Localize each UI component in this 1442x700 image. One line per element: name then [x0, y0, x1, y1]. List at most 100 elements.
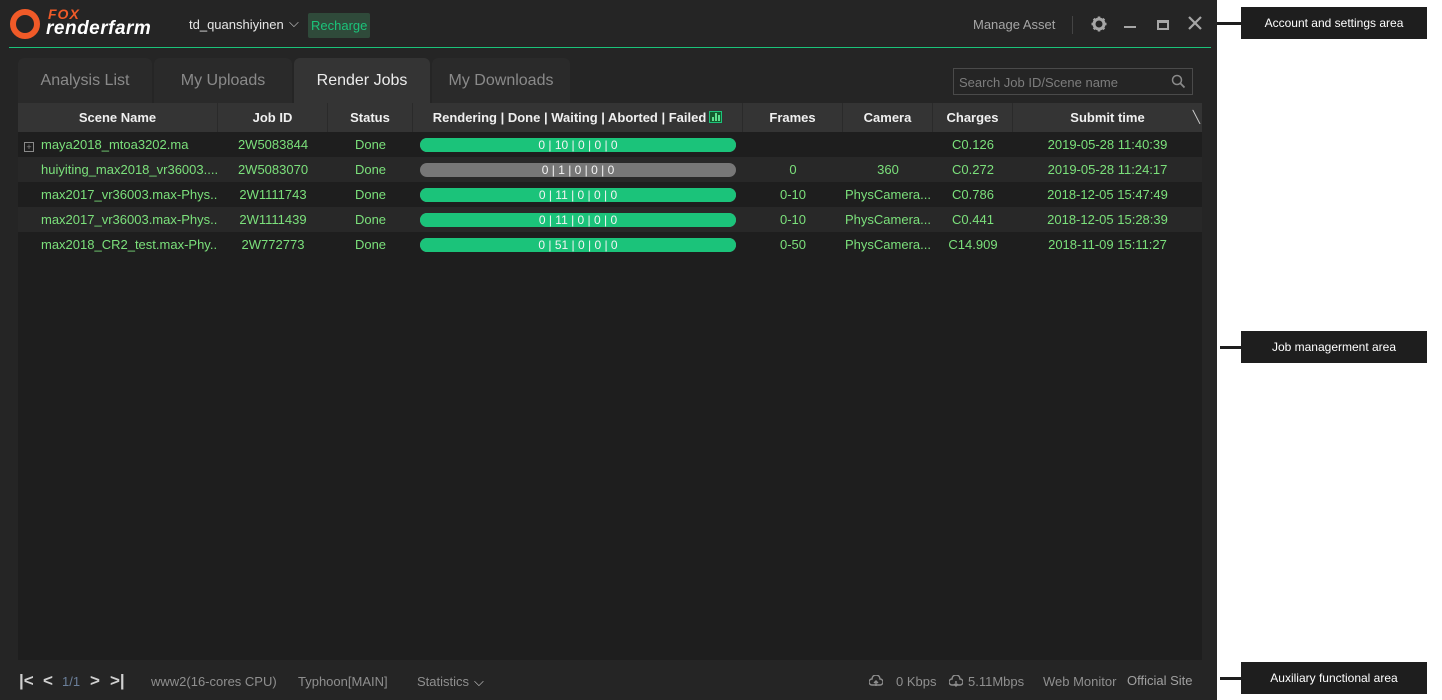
annotation-account-settings: Account and settings area [1241, 7, 1427, 39]
table-row[interactable]: max2017_vr36003.max-Phys... 2W1111439 Do… [18, 207, 1202, 232]
column-header-status[interactable]: Status [328, 103, 413, 132]
account-username[interactable]: td_quanshiyinen [189, 17, 284, 32]
frames: 0 [789, 162, 797, 177]
bar-chart-icon[interactable] [709, 111, 723, 123]
annotation-connector [1220, 677, 1241, 680]
annotation-connector [1217, 22, 1241, 25]
platform-label[interactable]: www2(16-cores CPU) [151, 674, 277, 689]
sort-caret-icon[interactable]: ╲ [1193, 103, 1200, 132]
next-page-icon[interactable]: > [90, 672, 100, 690]
table-row[interactable]: huiyiting_max2018_vr36003.... 2W5083070 … [18, 157, 1202, 182]
first-page-icon[interactable]: |< [19, 672, 34, 690]
table-row[interactable]: max2018_CR2_test.max-Phy... 2W772773 Don… [18, 232, 1202, 257]
search-input[interactable] [959, 73, 1159, 91]
official-site-link[interactable]: Official Site [1127, 673, 1193, 688]
submit-time: 2019-05-28 11:24:17 [1047, 162, 1168, 177]
column-header-camera[interactable]: Camera [843, 103, 933, 132]
submit-time: 2019-05-28 11:40:39 [1047, 137, 1168, 152]
job-id: 2W5083844 [237, 137, 309, 152]
page-indicator: 1/1 [62, 674, 81, 689]
job-progress-bar: 0 | 11 | 0 | 0 | 0 [420, 187, 736, 202]
submit-time: 2018-11-09 15:11:27 [1048, 237, 1167, 252]
table-header: Scene Name Job ID Status Rendering | Don… [18, 103, 1202, 132]
camera: PhysCamera... [845, 187, 931, 202]
title-bar: FOX renderfarm td_quanshiyinen ⌵ Recharg… [0, 0, 1217, 48]
title-divider [9, 47, 1211, 48]
web-monitor-link[interactable]: Web Monitor [1043, 674, 1116, 689]
job-progress-bar: 0 | 10 | 0 | 0 | 0 [420, 137, 736, 152]
render-jobs-table: Scene Name Job ID Status Rendering | Don… [18, 103, 1202, 660]
job-status: Done [354, 187, 387, 202]
minimize-icon[interactable] [1124, 26, 1136, 28]
column-header-scene-name[interactable]: Scene Name [18, 103, 218, 132]
foxrenderfarm-logo: FOX renderfarm [10, 6, 160, 40]
download-speed: 5.11Mbps [968, 674, 1025, 689]
tab-render-jobs[interactable]: Render Jobs [294, 58, 430, 103]
scene-name: huiyiting_max2018_vr36003.... [41, 162, 218, 177]
previous-page-icon[interactable]: < [43, 672, 53, 690]
charges: C0.786 [952, 187, 994, 202]
chevron-down-icon[interactable]: ⌵ [474, 674, 484, 690]
progress-label: 0 | 1 | 0 | 0 | 0 [541, 162, 615, 177]
recharge-button[interactable]: Recharge [308, 13, 371, 38]
annotation-job-management: Job managerment area [1241, 331, 1427, 363]
tab-my-downloads[interactable]: My Downloads [432, 58, 570, 103]
camera: PhysCamera... [845, 237, 931, 252]
job-id: 2W772773 [241, 237, 305, 252]
main-tabs: Analysis List My Uploads Render Jobs My … [18, 58, 572, 103]
column-header-progress[interactable]: Rendering | Done | Waiting | Aborted | F… [413, 103, 743, 132]
tab-my-uploads[interactable]: My Uploads [154, 58, 292, 103]
column-header-submit-time[interactable]: Submit time ╲ [1013, 103, 1202, 132]
search-icon[interactable] [1171, 74, 1186, 89]
progress-label: 0 | 11 | 0 | 0 | 0 [538, 212, 618, 227]
transfer-line-label[interactable]: Typhoon[MAIN] [298, 674, 388, 689]
job-status: Done [354, 162, 387, 177]
charges: C0.441 [952, 212, 994, 227]
frames: 0-50 [779, 237, 807, 252]
job-status: Done [354, 137, 387, 152]
logo-ring-icon [10, 9, 40, 39]
settings-gear-icon[interactable] [1091, 16, 1107, 32]
maximize-icon[interactable] [1157, 20, 1169, 30]
job-id: 2W1111439 [239, 212, 307, 227]
submit-time: 2018-12-05 15:28:39 [1047, 212, 1168, 227]
scene-name: maya2018_mtoa3202.ma [41, 137, 189, 152]
submit-time-label: Submit time [1070, 110, 1145, 125]
last-page-icon[interactable]: >| [110, 672, 125, 690]
progress-label: 0 | 11 | 0 | 0 | 0 [538, 187, 618, 202]
upload-speed: 0 Kbps [896, 674, 937, 689]
close-icon[interactable] [1186, 14, 1204, 32]
scene-name: max2018_CR2_test.max-Phy... [41, 237, 218, 252]
job-progress-bar: 0 | 1 | 0 | 0 | 0 [420, 162, 736, 177]
job-progress-bar: 0 | 11 | 0 | 0 | 0 [420, 212, 736, 227]
expand-plus-icon[interactable]: + [24, 142, 34, 152]
table-row[interactable]: + maya2018_mtoa3202.ma 2W5083844 Done 0 |… [18, 132, 1202, 157]
chevron-down-icon[interactable]: ⌵ [289, 15, 299, 31]
progress-header-label: Rendering | Done | Waiting | Aborted | F… [432, 110, 707, 125]
submit-time: 2018-12-05 15:47:49 [1047, 187, 1168, 202]
charges: C0.126 [952, 137, 994, 152]
table-row[interactable]: max2017_vr36003.max-Phys... 2W1111743 Do… [18, 182, 1202, 207]
tab-analysis-list[interactable]: Analysis List [18, 58, 152, 103]
search-box [953, 68, 1193, 95]
progress-label: 0 | 10 | 0 | 0 | 0 [538, 137, 618, 152]
column-header-charges[interactable]: Charges [933, 103, 1013, 132]
statistics-dropdown[interactable]: Statistics [417, 674, 469, 689]
footer-bar: |< < 1/1 > >| www2(16-cores CPU) Typhoon… [0, 662, 1217, 700]
column-header-frames[interactable]: Frames [743, 103, 843, 132]
camera: 360 [877, 162, 899, 177]
charges: C14.909 [948, 237, 998, 252]
frames: 0-10 [779, 187, 807, 202]
frames: 0-10 [779, 212, 807, 227]
camera: PhysCamera... [845, 212, 931, 227]
annotation-connector [1220, 346, 1241, 349]
manage-asset-button[interactable]: Manage Asset [973, 17, 1055, 32]
scene-name: max2017_vr36003.max-Phys... [41, 212, 218, 227]
app-window: FOX renderfarm td_quanshiyinen ⌵ Recharg… [0, 0, 1217, 700]
column-header-job-id[interactable]: Job ID [218, 103, 328, 132]
progress-label: 0 | 51 | 0 | 0 | 0 [538, 237, 618, 252]
annotation-auxiliary: Auxiliary functional area [1241, 662, 1427, 694]
job-status: Done [354, 237, 387, 252]
job-id: 2W5083070 [237, 162, 309, 177]
upload-cloud-icon [869, 675, 883, 686]
